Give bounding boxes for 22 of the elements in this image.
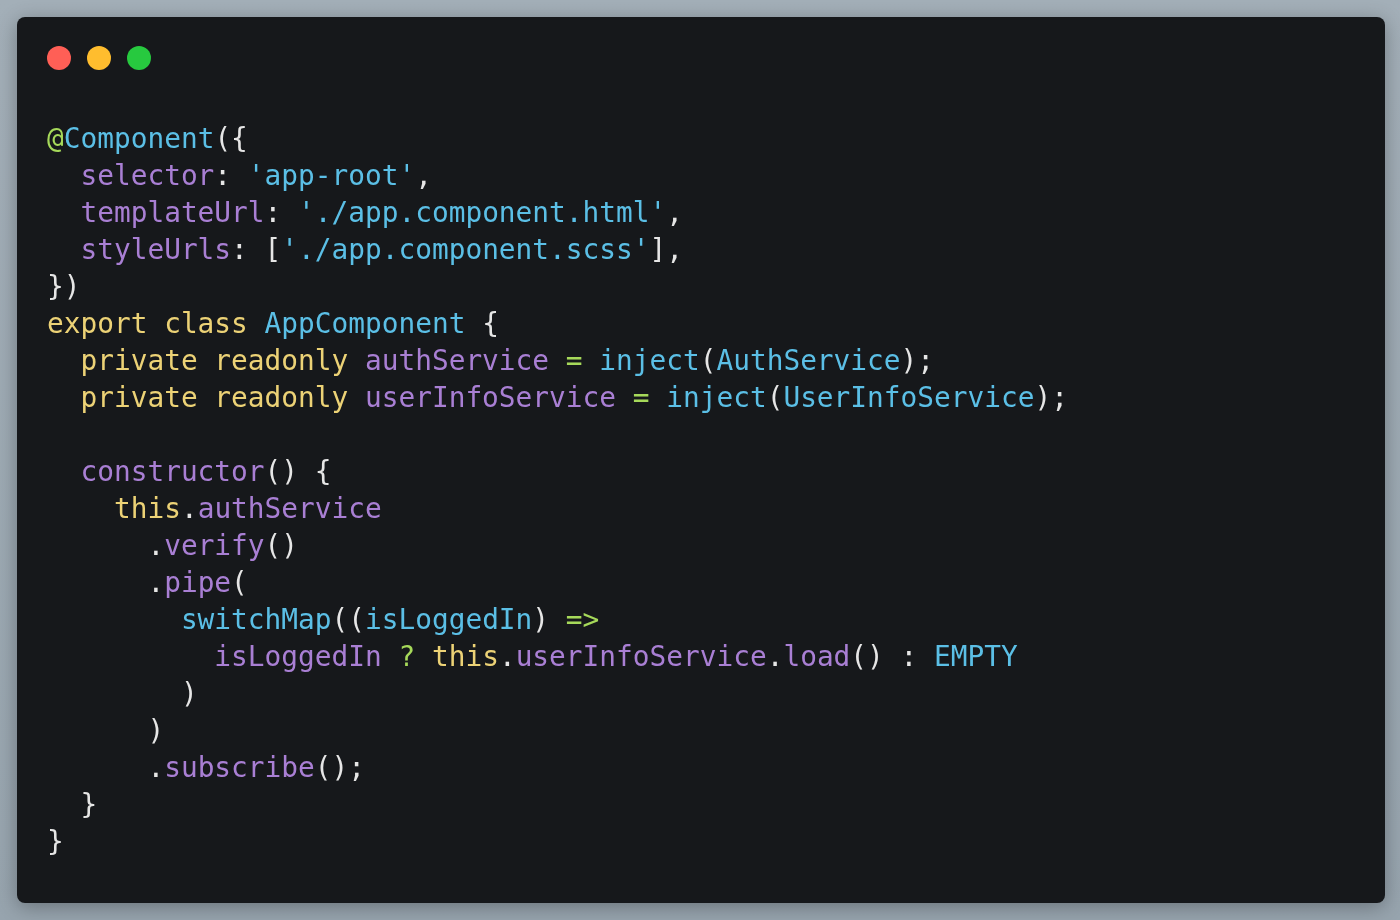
code-line: } [47, 824, 64, 860]
code-line: export class AppComponent { [47, 306, 499, 342]
code-line: templateUrl: './app.component.html', [79, 195, 683, 231]
minimize-window-button[interactable] [87, 46, 111, 70]
code-line: .subscribe(); [146, 750, 365, 786]
code-line: this.authService [112, 491, 382, 527]
code-line: selector: 'app-root', [79, 158, 432, 194]
code-line: private readonly userInfoService = inject(UserInfoService); [79, 380, 1068, 416]
code-line: ) [179, 676, 198, 712]
close-window-button[interactable] [47, 46, 71, 70]
code-line: } [79, 787, 98, 823]
code-line: .pipe( [146, 565, 248, 601]
code-line: isLoggedIn ? this.userInfoService.load() : EMPTY [213, 639, 1018, 675]
code-line: styleUrls: ['./app.component.scss'], [79, 232, 683, 268]
code-line: switchMap((isLoggedIn) => [179, 602, 600, 638]
code-line: private readonly authService = inject(AuthService); [79, 343, 935, 379]
code-line: constructor() { [79, 454, 332, 490]
code-line: .verify() [146, 528, 299, 564]
code-line: ) [146, 713, 165, 749]
code-line: }) [47, 269, 81, 305]
zoom-window-button[interactable] [127, 46, 151, 70]
code-line: @Component({ [47, 121, 248, 157]
